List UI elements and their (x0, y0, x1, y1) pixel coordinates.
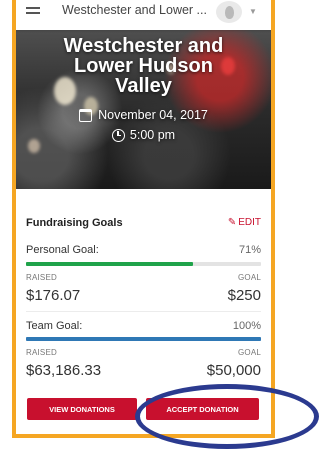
raised-label: RAISED (26, 273, 57, 282)
fundraising-header: Fundraising Goals ✎ EDIT (26, 217, 261, 231)
user-silhouette-icon (224, 5, 234, 19)
personal-goal-row: Personal Goal: 71% (26, 244, 261, 258)
team-progress-fill (26, 337, 261, 341)
pencil-icon: ✎ (227, 216, 237, 228)
personal-goal-amount: $250 (227, 287, 261, 304)
event-time: 5:00 pm (16, 128, 271, 142)
event-title-line: Lower Hudson (74, 55, 213, 77)
personal-progress-fill (26, 262, 193, 266)
raised-label: RAISED (26, 348, 57, 357)
team-goal-label: Team Goal: (26, 320, 83, 332)
phone-frame: Westchester and Lower Hudson Valley Nove… (12, 0, 275, 438)
goal-label: GOAL (237, 273, 261, 282)
team-amount-labels: RAISED GOAL (26, 348, 261, 358)
team-goal-row: Team Goal: 100% (26, 320, 261, 334)
personal-progress-bar (26, 262, 261, 266)
chevron-down-icon[interactable]: ▼ (249, 7, 257, 16)
divider (26, 311, 261, 312)
team-goal-percent: 100% (232, 320, 261, 332)
event-time-text: 5:00 pm (129, 128, 176, 142)
calendar-icon (79, 108, 93, 122)
team-progress-bar (26, 337, 261, 341)
hamburger-menu-icon[interactable] (26, 6, 40, 14)
personal-goal-label: Personal Goal: (26, 244, 99, 256)
personal-raised-amount: $176.07 (26, 287, 81, 304)
personal-amount-labels: RAISED GOAL (26, 273, 261, 283)
header-title: Westchester and Lower ... (62, 3, 207, 17)
goal-label: GOAL (237, 348, 261, 357)
team-goal-amount: $50,000 (206, 362, 261, 379)
personal-amounts: $176.07 $250 (26, 287, 261, 305)
event-hero-image: Westchester and Lower Hudson Valley Nove… (16, 17, 271, 189)
event-date-text: November 04, 2017 (98, 108, 208, 122)
clock-icon (111, 128, 125, 142)
edit-label: EDIT (238, 217, 261, 228)
event-title-line: Valley (115, 75, 172, 97)
event-title-line: Westchester and (63, 35, 224, 57)
view-donations-button[interactable]: VIEW DONATIONS (27, 398, 137, 420)
event-date: November 04, 2017 (16, 108, 271, 122)
avatar[interactable] (216, 1, 242, 23)
annotation-circle (135, 384, 319, 449)
team-raised-amount: $63,186.33 (26, 362, 102, 379)
personal-goal-percent: 71% (238, 244, 261, 256)
app-header: Westchester and Lower ... ▼ (16, 0, 271, 30)
section-title: Fundraising Goals (26, 217, 123, 229)
team-amounts: $63,186.33 $50,000 (26, 362, 261, 380)
edit-goals-link[interactable]: ✎ EDIT (228, 217, 261, 228)
